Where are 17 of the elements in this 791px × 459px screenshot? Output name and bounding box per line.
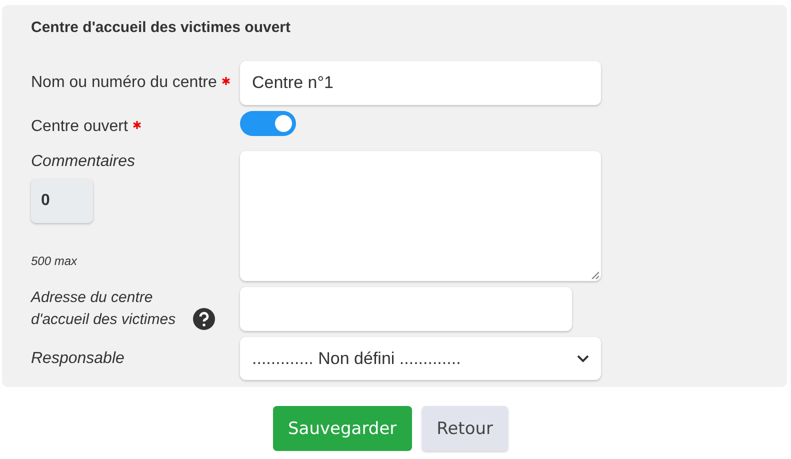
select-field[interactable]: ............. Non défini .............	[240, 337, 601, 380]
field-label: Centre ouvert	[31, 118, 128, 135]
limit-note: 500 max	[31, 254, 78, 268]
field-label: Responsable	[31, 350, 124, 367]
back-button[interactable]: Retour	[422, 406, 508, 451]
resize-grip-icon[interactable]	[591, 271, 599, 279]
toggle-switch[interactable]	[240, 111, 296, 136]
help-icon[interactable]	[193, 308, 215, 330]
chevron-down-icon	[577, 354, 589, 362]
text-field[interactable]: Centre n°1	[240, 61, 601, 105]
character-counter: 0	[31, 179, 93, 223]
field-label: Adresse du centre d'accueil des victimes	[31, 288, 177, 330]
field-label: Commentaires	[31, 153, 136, 170]
field-label: Nom ou numéro du centre	[31, 74, 217, 91]
text-field[interactable]	[240, 287, 572, 331]
form-title: Centre d'accueil des victimes ouvert	[31, 19, 292, 36]
comment-field[interactable]	[240, 151, 601, 281]
